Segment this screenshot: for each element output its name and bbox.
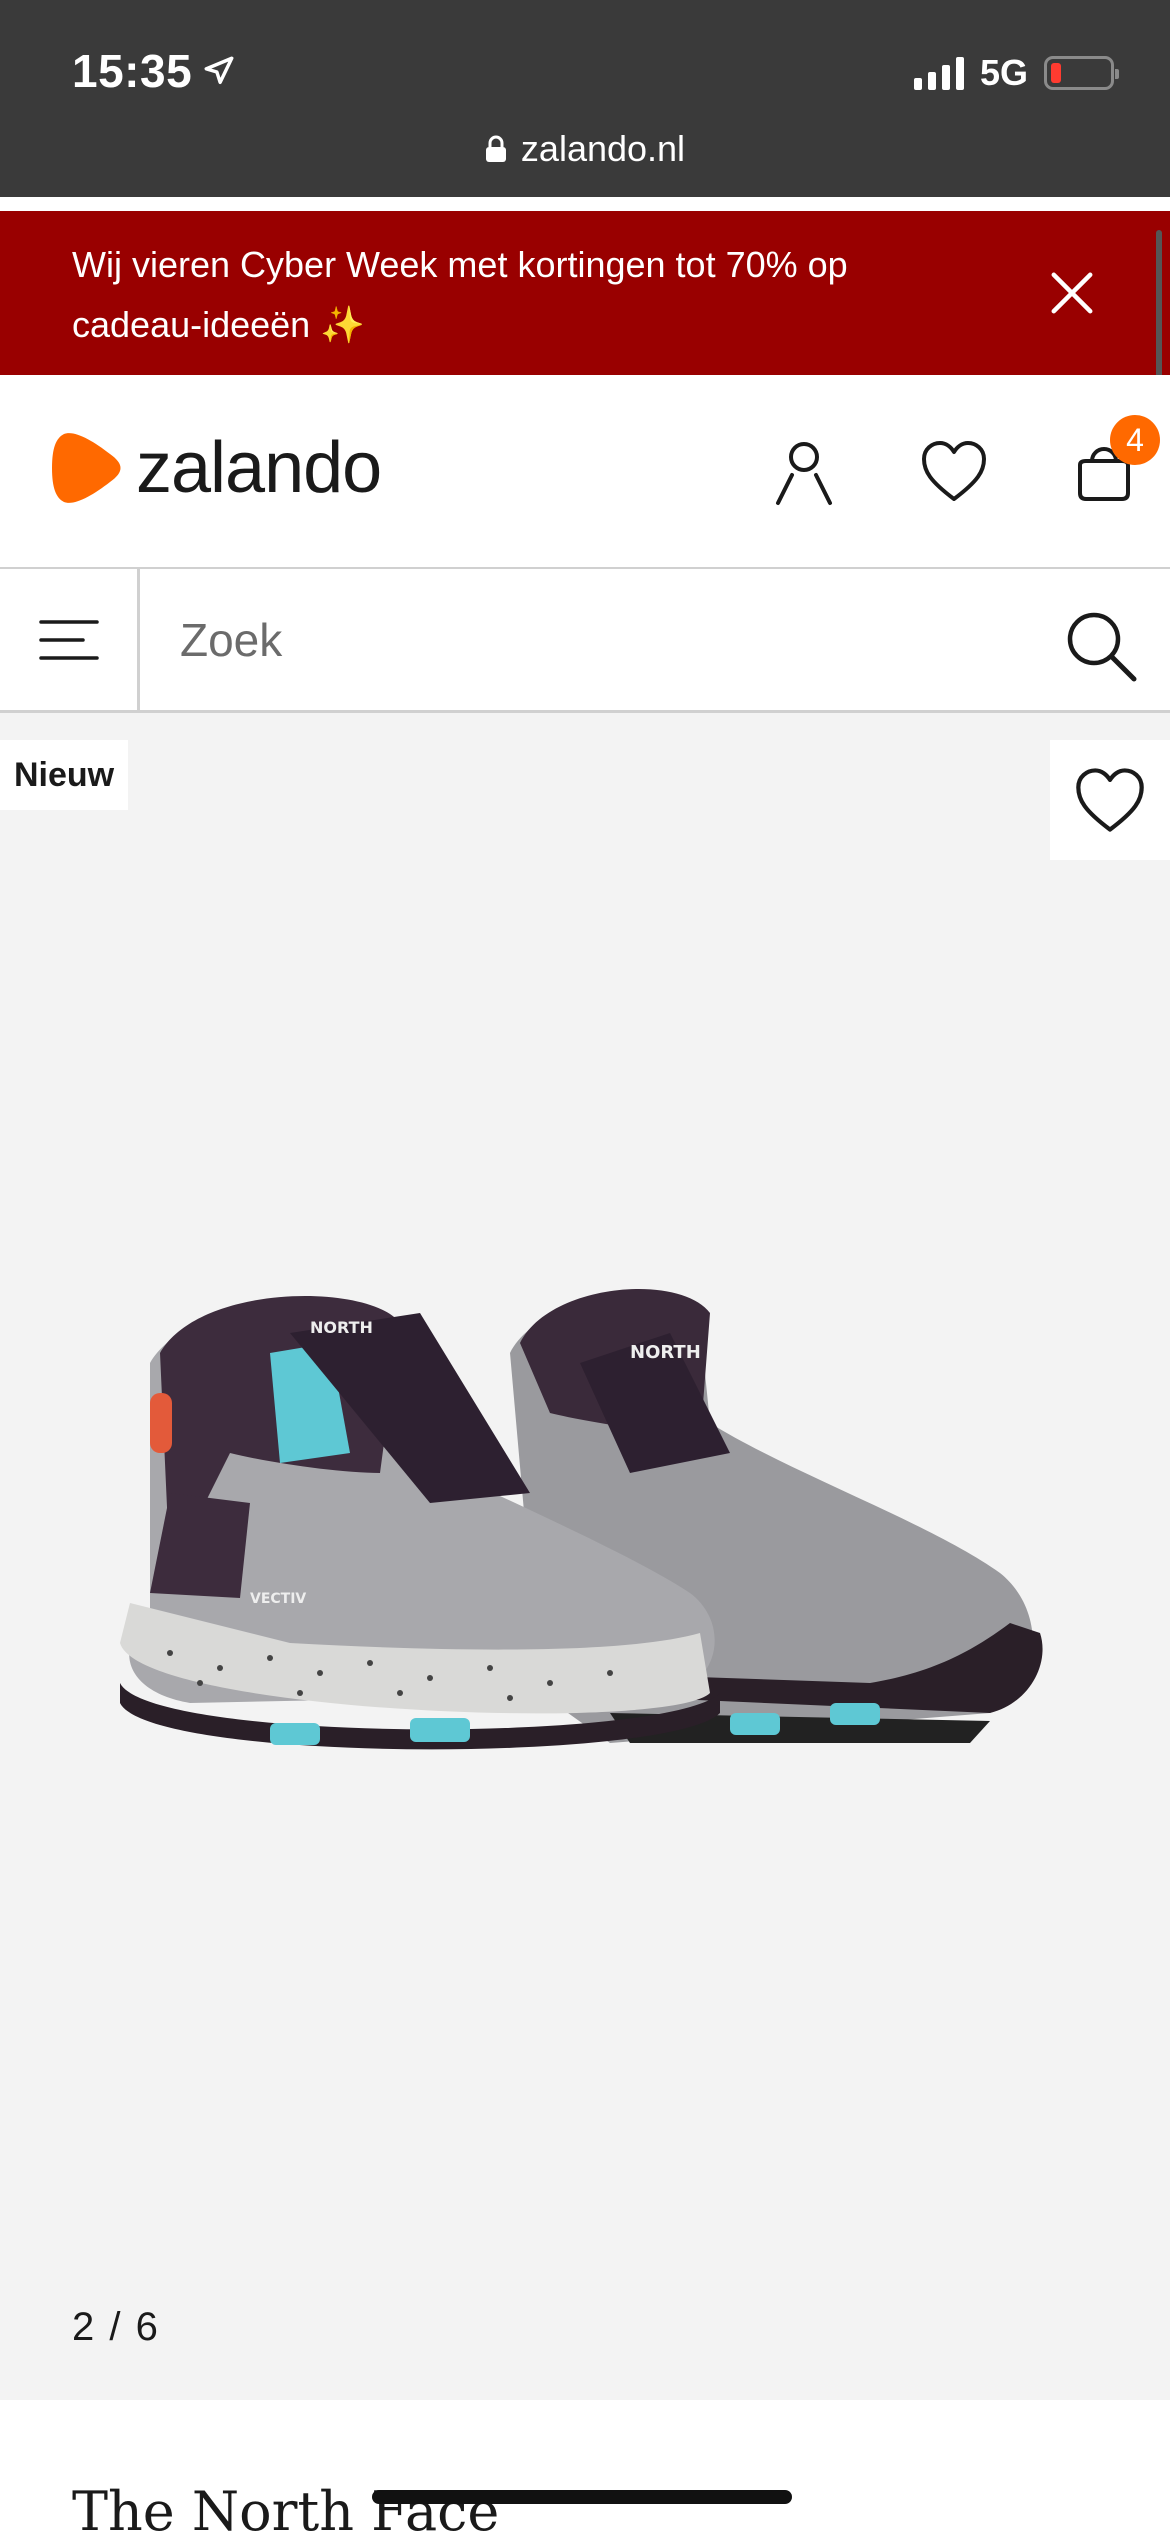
add-to-wishlist-button[interactable] [1050, 740, 1170, 860]
zalando-logo[interactable]: zalando [52, 427, 382, 509]
url-text: zalando.nl [520, 128, 686, 169]
status-indicators: 5G [913, 52, 1119, 94]
close-icon[interactable] [1046, 267, 1098, 319]
battery-icon [1044, 56, 1119, 90]
search-row [0, 569, 1170, 713]
lock-icon [485, 135, 506, 162]
svg-text:NORTH: NORTH [630, 1342, 701, 1363]
promo-banner[interactable]: Wij vieren Cyber Week met kortingen tot … [0, 211, 1170, 375]
cart-button[interactable]: 4 [1068, 415, 1160, 507]
svg-text:NORTH: NORTH [310, 1318, 373, 1337]
status-time: 15:35 [72, 44, 236, 98]
promo-text: Wij vieren Cyber Week met kortingen tot … [72, 244, 848, 345]
hamburger-icon [38, 619, 99, 660]
url-bar[interactable]: zalando.nl [0, 128, 1170, 170]
home-indicator[interactable] [372, 2490, 792, 2504]
heart-icon [1076, 768, 1144, 832]
svg-text:VECTIV: VECTIV [250, 1591, 306, 1607]
signal-icon [913, 56, 964, 90]
menu-button[interactable] [0, 569, 140, 710]
search-input[interactable] [180, 609, 980, 671]
account-icon[interactable] [768, 435, 840, 507]
logo-text: zalando [136, 428, 382, 508]
product-image: NORTH NORTH VECTIV [120, 1289, 1043, 1750]
network-type: 5G [979, 52, 1028, 93]
logo-mark-icon [52, 433, 121, 503]
site-header: zalando 4 [0, 375, 1170, 569]
search-icon[interactable] [1060, 605, 1140, 685]
cart-count-badge: 4 [1110, 415, 1160, 465]
new-badge: Nieuw [0, 740, 129, 810]
product-image-gallery[interactable]: Nieuw NORTH NORTH VECTIV 2 / 6 [0, 713, 1170, 2400]
product-brand[interactable]: The North Face [72, 2480, 499, 2532]
location-arrow-icon [204, 56, 234, 85]
wishlist-icon[interactable] [918, 435, 990, 507]
image-pager: 2 / 6 [72, 2305, 160, 2349]
browser-chrome: 15:35 5G zalando.nl [0, 0, 1170, 197]
divider [0, 197, 1170, 211]
